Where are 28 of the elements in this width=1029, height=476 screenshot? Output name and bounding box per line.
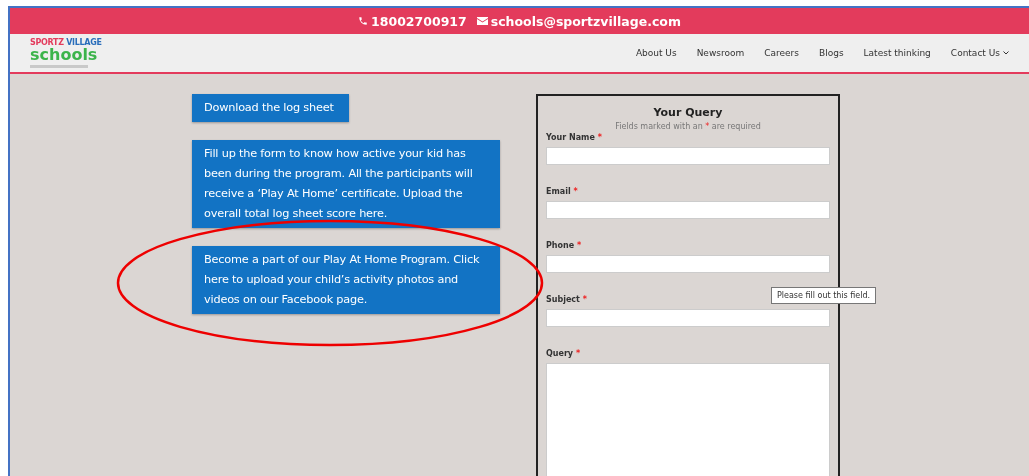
nav-link[interactable]: About Us xyxy=(635,48,677,58)
input-field[interactable] xyxy=(546,147,830,165)
email-address[interactable]: schools@sportzvillage.com xyxy=(476,13,681,29)
nav-link[interactable]: Contact Us xyxy=(950,48,1009,58)
required-note: Fields marked with an * are required xyxy=(614,122,762,131)
input-field[interactable] xyxy=(546,201,830,219)
input-field[interactable] xyxy=(546,255,830,273)
input-field[interactable] xyxy=(546,309,830,327)
field-label: Subject * xyxy=(546,295,587,304)
envelope-icon xyxy=(476,17,488,25)
query-field[interactable] xyxy=(546,363,830,476)
info-button[interactable]: Become a part of our Play At Home Program. Click here to upload your child’s activity photos and videos on our Facebook page. xyxy=(192,246,500,314)
info-button[interactable]: Fill up the form to know how active your kid has been during the program. All the participants will receive a ‘Play At Home’ certificate. Upload the overall total log sheet score here. xyxy=(192,140,500,228)
nav-link[interactable]: Careers xyxy=(764,48,799,58)
field-label: Your Name * xyxy=(546,133,602,142)
validation-tooltip: Please fill out this field. xyxy=(771,287,877,304)
field-label: Email * xyxy=(546,187,578,196)
nav-link[interactable]: Newsroom xyxy=(696,48,745,58)
phone-icon xyxy=(358,16,369,26)
nav-link[interactable]: Blogs xyxy=(819,48,844,58)
chevron-down-icon xyxy=(1003,51,1009,55)
info-button[interactable]: Download the log sheet xyxy=(192,94,349,122)
field-label: Query * xyxy=(546,349,581,358)
nav-link[interactable]: Latest thinking xyxy=(863,48,931,58)
field-label: Phone * xyxy=(546,241,582,250)
logo[interactable]: SPORTZ VILLAGE schools xyxy=(30,38,102,68)
form-title: Your Query xyxy=(652,106,724,119)
phone-number[interactable]: 18002700917 xyxy=(358,13,467,29)
